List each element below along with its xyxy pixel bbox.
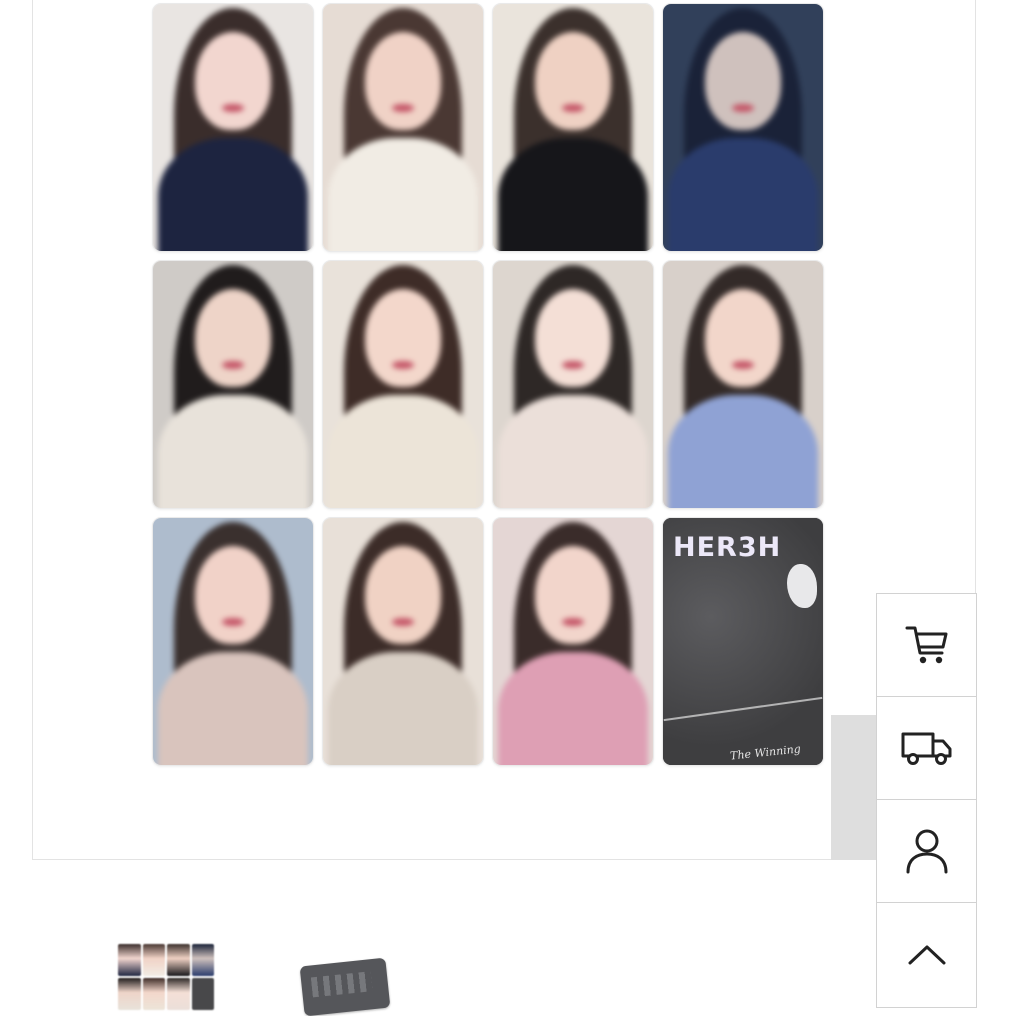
photocard-2 (323, 4, 483, 251)
user-icon (906, 829, 947, 874)
photocard-image (493, 261, 653, 508)
thumbnail-cell (118, 944, 141, 976)
thumbnail-photocard-set[interactable] (118, 944, 214, 1010)
thumbnail-cell (142, 944, 165, 976)
delivery-button[interactable] (877, 697, 976, 800)
floating-quick-nav (876, 593, 977, 1008)
photocard-10 (323, 518, 483, 765)
thumbnail-cell (118, 978, 141, 1010)
photocard-image (153, 4, 313, 251)
photocard-image (493, 518, 653, 765)
photocard-image (323, 518, 483, 765)
photocard-4 (663, 4, 823, 251)
photocard-image (323, 4, 483, 251)
photocard-image (153, 518, 313, 765)
album-title: HER3H (673, 532, 782, 563)
scrollbar[interactable] (831, 715, 877, 860)
cart-button[interactable] (877, 594, 976, 697)
scroll-top-button[interactable] (877, 903, 976, 1007)
chevron-up-icon (908, 945, 945, 965)
cart-icon (905, 626, 947, 664)
thumbnail-cell (142, 978, 165, 1010)
photocard-9 (153, 518, 313, 765)
photocard-8 (663, 261, 823, 508)
thumbnail-album-case[interactable] (299, 957, 391, 1016)
photocard-image (323, 261, 483, 508)
photocard-3 (493, 4, 653, 251)
photocard-image (663, 261, 823, 508)
truck-icon (901, 732, 951, 765)
photocard-image (493, 4, 653, 251)
album-cover-card: HER3H The Winning (663, 518, 823, 765)
photocard-6 (323, 261, 483, 508)
thumbnail-cell (167, 978, 190, 1010)
photocard-7 (493, 261, 653, 508)
thumbnail-cell (191, 978, 214, 1010)
photocard-grid: HER3H The Winning (153, 4, 823, 765)
account-button[interactable] (877, 800, 976, 903)
photocard-5 (153, 261, 313, 508)
photocard-1 (153, 4, 313, 251)
photocard-11 (493, 518, 653, 765)
photocard-image (663, 4, 823, 251)
thumbnail-cell (191, 944, 214, 976)
thumbnail-cell (167, 944, 190, 976)
photocard-image (153, 261, 313, 508)
